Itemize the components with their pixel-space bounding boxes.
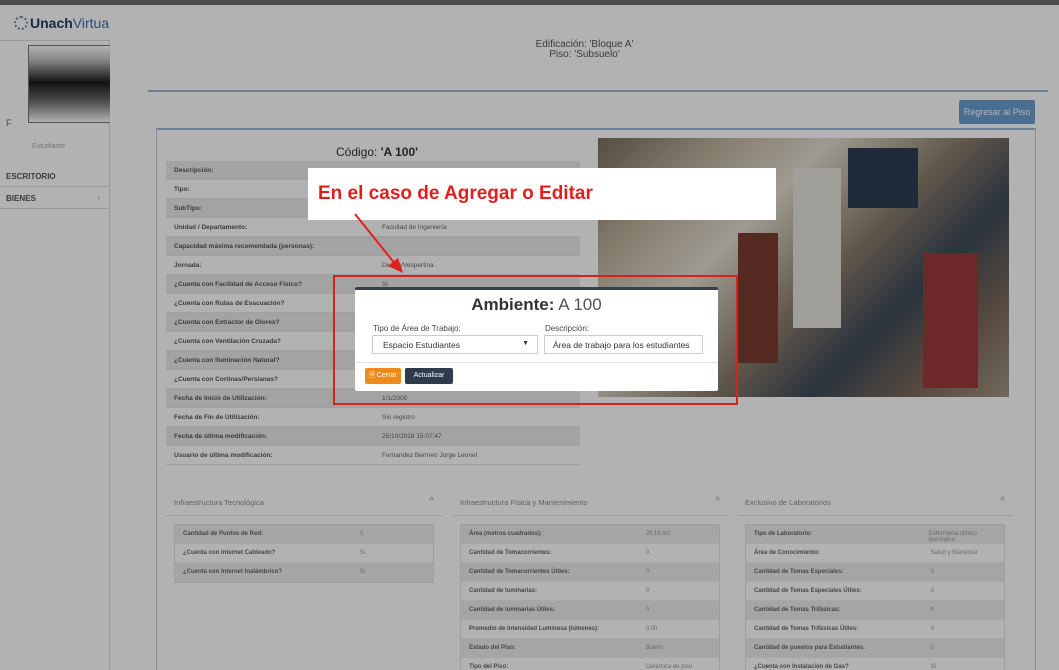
annotation-arrow [354,213,403,273]
